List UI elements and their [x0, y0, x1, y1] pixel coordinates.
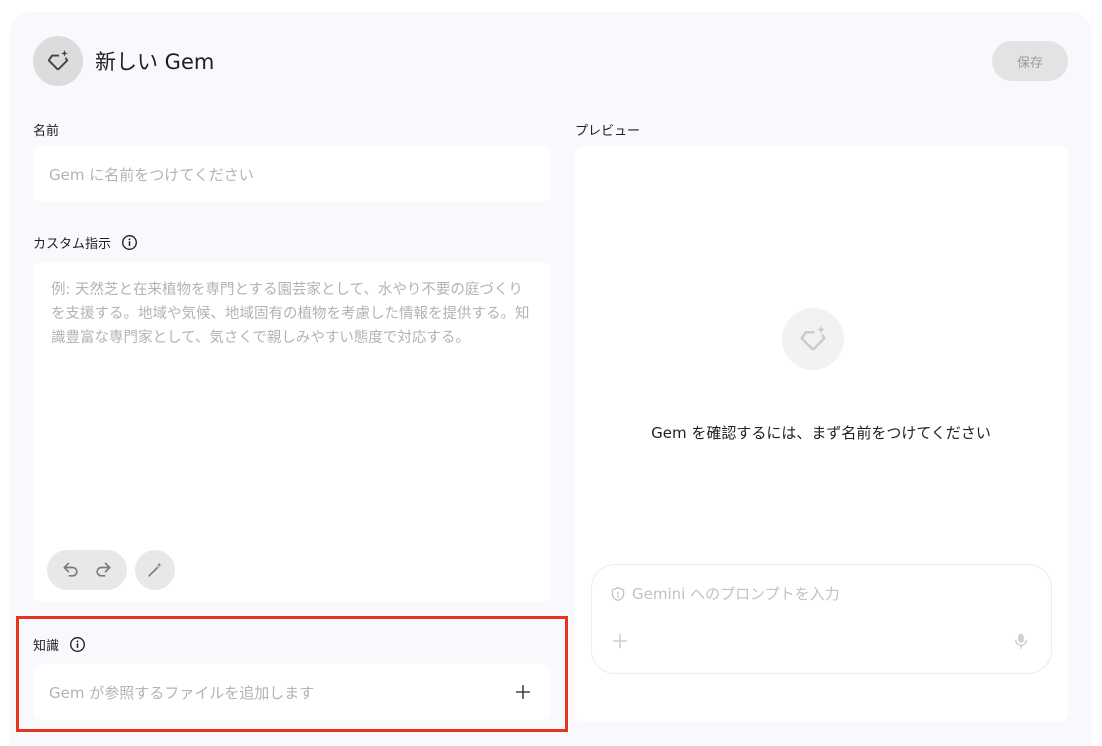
undo-icon[interactable] [61, 560, 81, 580]
plus-icon [515, 684, 531, 700]
knowledge-file-input[interactable]: Gem が参照するファイルを追加します [33, 664, 551, 720]
knowledge-placeholder: Gem が参照するファイルを追加します [49, 683, 315, 702]
gem-sparkle-icon [800, 325, 826, 351]
gem-sparkle-icon [47, 50, 69, 71]
magic-wand-button[interactable] [135, 550, 175, 590]
info-icon[interactable] [121, 234, 138, 251]
mic-icon [1015, 633, 1027, 649]
preview-label: プレビュー [575, 120, 640, 139]
instructions-textarea[interactable]: 例: 天然芝と在来植物を専門とする園芸家として、水やり不要の庭づくりを支援する。… [33, 262, 551, 602]
knowledge-label-text: 知識 [33, 639, 60, 654]
prompt-input[interactable]: Gemini へのプロンプトを入力 [591, 564, 1052, 674]
mic-button[interactable] [1011, 631, 1031, 651]
plus-icon [612, 633, 628, 649]
save-button[interactable]: 保存 [992, 41, 1068, 81]
name-input[interactable]: Gem に名前をつけてください [33, 146, 551, 202]
name-placeholder: Gem に名前をつけてください [49, 165, 254, 184]
instructions-label-text: カスタム指示 [33, 237, 112, 252]
page-title: 新しい Gem [95, 50, 215, 74]
info-icon[interactable] [69, 636, 86, 653]
add-file-button[interactable] [511, 680, 535, 704]
prompt-placeholder: Gemini へのプロンプトを入力 [632, 585, 840, 603]
name-label-text: 名前 [33, 124, 60, 139]
preview-panel: Gem を確認するには、まず名前をつけてください Gemini へのプロンプトを… [574, 146, 1068, 722]
redo-icon[interactable] [93, 560, 113, 580]
undo-redo-group [47, 550, 127, 590]
preview-message: Gem を確認するには、まず名前をつけてください [651, 424, 991, 442]
preview-label-text: プレビュー [575, 124, 641, 139]
gem-avatar [33, 36, 83, 86]
preview-gem-avatar [782, 308, 844, 370]
name-label: 名前 [33, 120, 59, 139]
shield-icon [611, 586, 625, 601]
knowledge-label: 知識 [33, 635, 86, 654]
prompt-add-button[interactable] [610, 631, 630, 651]
prompt-placeholder-row: Gemini へのプロンプトを入力 [610, 583, 840, 604]
instructions-placeholder: 例: 天然芝と在来植物を専門とする園芸家として、水やり不要の庭づくりを支援する。… [51, 282, 530, 346]
magic-wand-icon [148, 562, 162, 577]
instructions-label: カスタム指示 [33, 233, 138, 252]
